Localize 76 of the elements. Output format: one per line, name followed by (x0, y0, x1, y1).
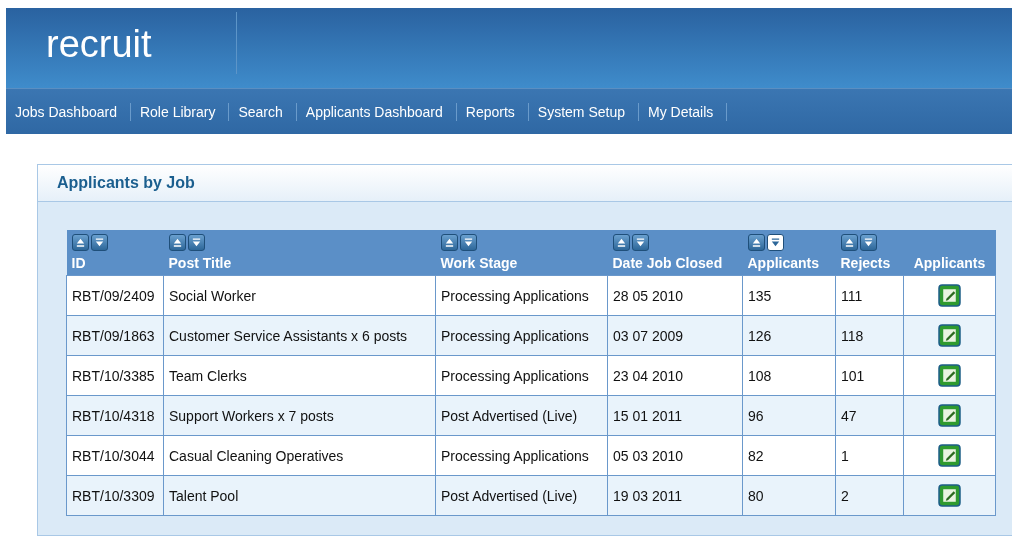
table-cell: 108 (742, 355, 836, 396)
sort-descending-button[interactable] (766, 234, 784, 251)
table-cell: RBT/10/3044 (66, 435, 164, 476)
up-arrow-icon (615, 237, 627, 248)
table-cell: RBT/10/3309 (66, 475, 164, 516)
sort-ascending-button[interactable] (440, 234, 458, 251)
table-cell: Team Clerks (163, 355, 436, 396)
table-cell: RBT/10/4318 (66, 395, 164, 436)
edit-icon[interactable] (938, 404, 961, 427)
down-arrow-icon (190, 237, 202, 248)
table-cell: 15 01 2011 (607, 395, 743, 436)
sort-ascending-button[interactable] (840, 234, 858, 251)
sort-descending-button[interactable] (187, 234, 205, 251)
nav-link[interactable]: Reports (456, 102, 529, 121)
sort-ascending-button[interactable] (168, 234, 186, 251)
table-cell: Post Advertised (Live) (435, 395, 608, 436)
sort-descending-button[interactable] (90, 234, 108, 251)
nav-link[interactable]: System Setup (528, 102, 639, 121)
table-cell: 05 03 2010 (607, 435, 743, 476)
table-cell: Social Worker (163, 275, 436, 316)
table-cell: 47 (835, 395, 904, 436)
panel-title: Applicants by Job (38, 165, 1012, 202)
edit-icon[interactable] (938, 324, 961, 347)
table-cell: Processing Applications (435, 315, 608, 356)
down-arrow-icon (634, 237, 646, 248)
up-arrow-icon (750, 237, 762, 248)
down-arrow-icon (462, 237, 474, 248)
down-arrow-icon (862, 237, 874, 248)
table-cell: 82 (742, 435, 836, 476)
edit-icon[interactable] (938, 484, 961, 507)
table-cell: 28 05 2010 (607, 275, 743, 316)
up-arrow-icon (171, 237, 183, 248)
up-arrow-icon (843, 237, 855, 248)
table-cell: Support Workers x 7 posts (163, 395, 436, 436)
table-cell: 80 (742, 475, 836, 516)
table-cell: 23 04 2010 (607, 355, 743, 396)
sort-descending-button[interactable] (631, 234, 649, 251)
table-cell: RBT/10/3385 (66, 355, 164, 396)
table-cell: Processing Applications (435, 355, 608, 396)
table-cell: 19 03 2011 (607, 475, 743, 516)
up-arrow-icon (74, 237, 86, 248)
table-cell: Processing Applications (435, 275, 608, 316)
table-cell: RBT/09/1863 (66, 315, 164, 356)
column-header: Applicants (903, 230, 996, 276)
table-cell: 96 (742, 395, 836, 436)
down-arrow-icon (769, 237, 781, 248)
table-cell: Post Advertised (Live) (435, 475, 608, 516)
table-cell: 135 (742, 275, 836, 316)
nav-link[interactable]: Jobs Dashboard (6, 102, 131, 121)
table-cell: 101 (835, 355, 904, 396)
table-cell: 2 (835, 475, 904, 516)
sort-descending-button[interactable] (459, 234, 477, 251)
table-cell: 03 07 2009 (607, 315, 743, 356)
up-arrow-icon (443, 237, 455, 248)
edit-icon[interactable] (938, 364, 961, 387)
table-cell: Talent Pool (163, 475, 436, 516)
sort-ascending-button[interactable] (747, 234, 765, 251)
sort-descending-button[interactable] (859, 234, 877, 251)
table-cell: 1 (835, 435, 904, 476)
sort-ascending-button[interactable] (612, 234, 630, 251)
table-cell: 118 (835, 315, 904, 356)
nav-link[interactable]: Search (229, 102, 297, 121)
table-cell: Casual Cleaning Operatives (163, 435, 436, 476)
nav-link[interactable]: Applicants Dashboard (296, 102, 457, 121)
table-cell: Processing Applications (435, 435, 608, 476)
table-cell: Customer Service Assistants x 6 posts (163, 315, 436, 356)
sort-ascending-button[interactable] (71, 234, 89, 251)
edit-icon[interactable] (938, 284, 961, 307)
nav-link[interactable]: Role Library (130, 102, 230, 121)
nav-link[interactable]: My Details (638, 102, 728, 121)
table-cell: 111 (835, 275, 904, 316)
table-cell: 126 (742, 315, 836, 356)
logo: recruit (45, 22, 153, 66)
table-cell: RBT/09/2409 (66, 275, 164, 316)
edit-icon[interactable] (938, 444, 961, 467)
down-arrow-icon (93, 237, 105, 248)
